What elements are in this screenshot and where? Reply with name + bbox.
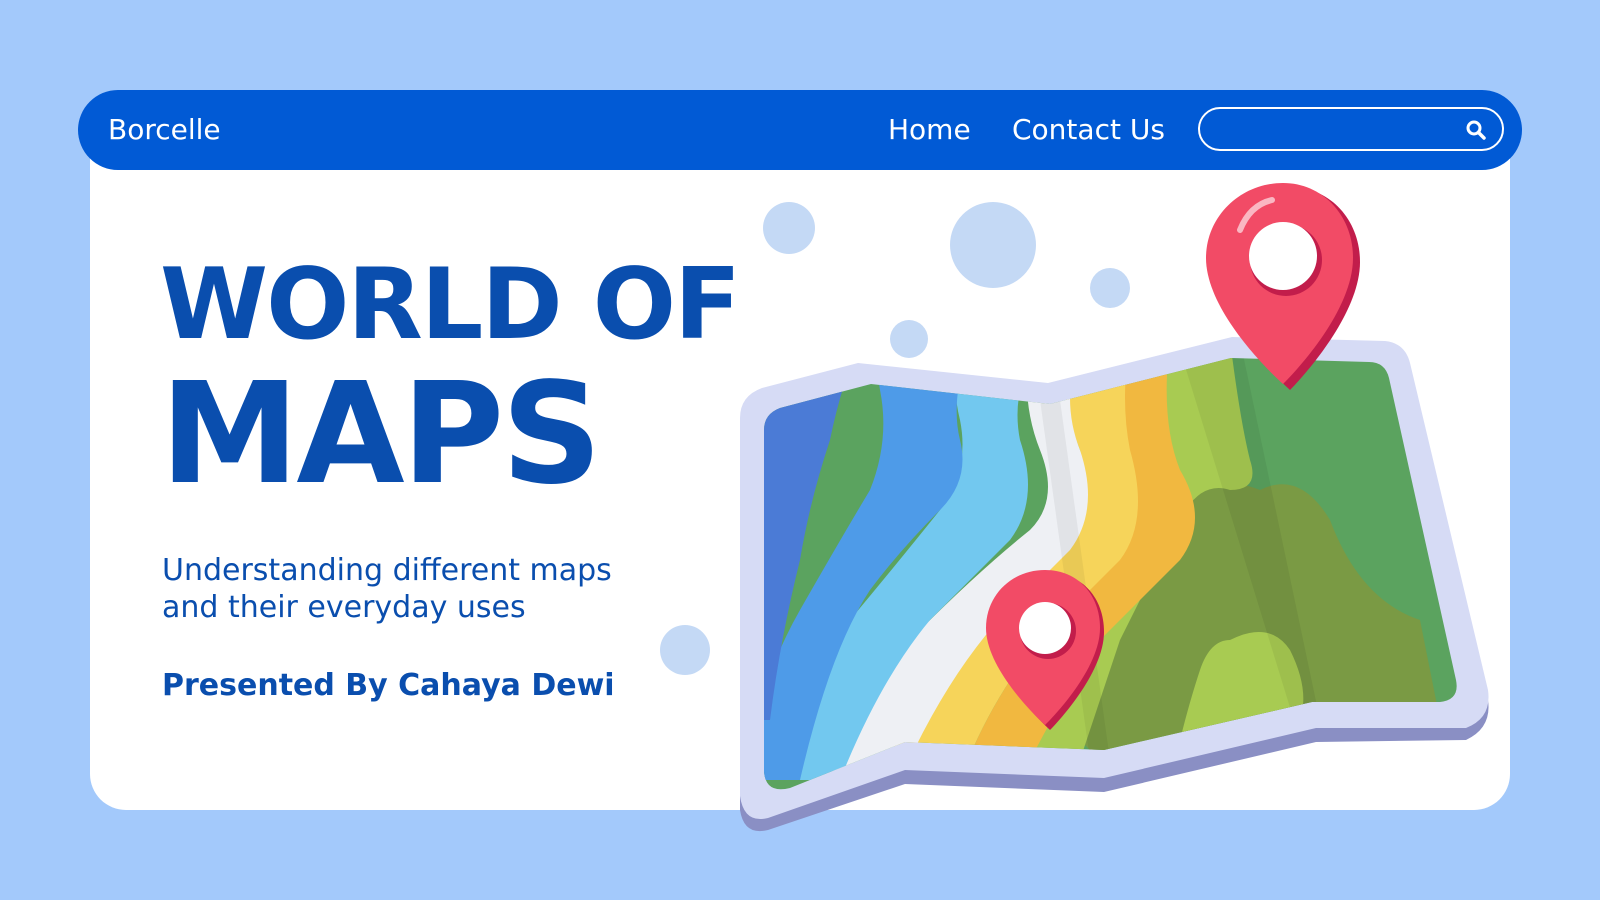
brand-name[interactable]: Borcelle bbox=[108, 110, 221, 150]
nav-link-contact[interactable]: Contact Us bbox=[1012, 110, 1165, 150]
subtitle-line-1: Understanding different maps bbox=[162, 553, 612, 588]
nav-link-home[interactable]: Home bbox=[888, 110, 971, 150]
page-title: WORLD OF MAPS bbox=[160, 248, 741, 516]
search-icon[interactable] bbox=[1464, 118, 1488, 142]
subtitle-line-2: and their everyday uses bbox=[162, 590, 526, 625]
subtitle: Understanding different maps and their e… bbox=[162, 552, 612, 626]
title-line-1: WORLD OF bbox=[160, 248, 741, 362]
search-box bbox=[1198, 107, 1504, 151]
title-line-2: MAPS bbox=[160, 353, 602, 516]
presenter-text: Presented By Cahaya Dewi bbox=[162, 668, 615, 703]
top-navbar: Borcelle Home Contact Us bbox=[78, 90, 1522, 170]
search-input[interactable] bbox=[1214, 113, 1458, 147]
